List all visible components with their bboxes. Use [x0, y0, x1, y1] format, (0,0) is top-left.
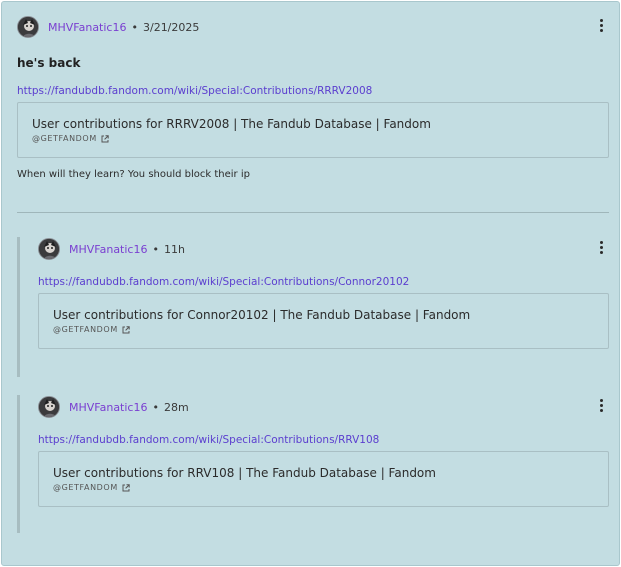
reply-thread-line — [17, 395, 20, 533]
separator-dot: • — [131, 20, 138, 34]
preview-title: User contributions for Connor20102 | The… — [53, 308, 471, 322]
separator-dot: • — [152, 400, 159, 414]
username[interactable]: MHVFanatic16 — [48, 21, 126, 34]
username[interactable]: MHVFanatic16 — [69, 401, 147, 414]
more-vertical-icon[interactable] — [596, 239, 606, 255]
preview-source: @GETFANDOM — [53, 325, 130, 334]
avatar[interactable] — [17, 16, 39, 38]
timestamp[interactable]: 3/21/2025 — [143, 21, 199, 34]
divider — [17, 212, 609, 213]
timestamp[interactable]: 11h — [164, 243, 185, 256]
reply-link[interactable]: https://fandubdb.fandom.com/wiki/Special… — [38, 434, 379, 446]
more-vertical-icon[interactable] — [596, 17, 606, 33]
preview-source: @GETFANDOM — [32, 134, 109, 143]
more-vertical-icon[interactable] — [596, 397, 606, 413]
username[interactable]: MHVFanatic16 — [69, 243, 147, 256]
preview-source-label: @GETFANDOM — [32, 134, 97, 143]
post-link[interactable]: https://fandubdb.fandom.com/wiki/Special… — [17, 85, 372, 97]
reply-link[interactable]: https://fandubdb.fandom.com/wiki/Special… — [38, 276, 409, 288]
preview-title: User contributions for RRV108 | The Fand… — [53, 466, 436, 480]
external-link-icon — [101, 134, 109, 143]
reply-header: MHVFanatic16 • 28m — [38, 396, 189, 418]
preview-source-label: @GETFANDOM — [53, 483, 118, 492]
separator-dot: • — [152, 242, 159, 256]
avatar[interactable] — [38, 396, 60, 418]
external-link-icon — [122, 325, 130, 334]
link-preview-card[interactable]: User contributions for RRV108 | The Fand… — [38, 451, 609, 507]
discussion-card: MHVFanatic16 • 3/21/2025 he's back https… — [1, 1, 620, 566]
link-preview-card[interactable]: User contributions for Connor20102 | The… — [38, 293, 609, 349]
preview-source-label: @GETFANDOM — [53, 325, 118, 334]
post-title: he's back — [17, 56, 81, 70]
reply-header: MHVFanatic16 • 11h — [38, 238, 185, 260]
preview-title: User contributions for RRRV2008 | The Fa… — [32, 117, 431, 131]
preview-source: @GETFANDOM — [53, 483, 130, 492]
post-header: MHVFanatic16 • 3/21/2025 — [17, 16, 199, 38]
reply-thread-line — [17, 237, 20, 377]
avatar[interactable] — [38, 238, 60, 260]
post-body: When will they learn? You should block t… — [17, 169, 250, 180]
link-preview-card[interactable]: User contributions for RRRV2008 | The Fa… — [17, 102, 609, 158]
external-link-icon — [122, 483, 130, 492]
timestamp[interactable]: 28m — [164, 401, 189, 414]
